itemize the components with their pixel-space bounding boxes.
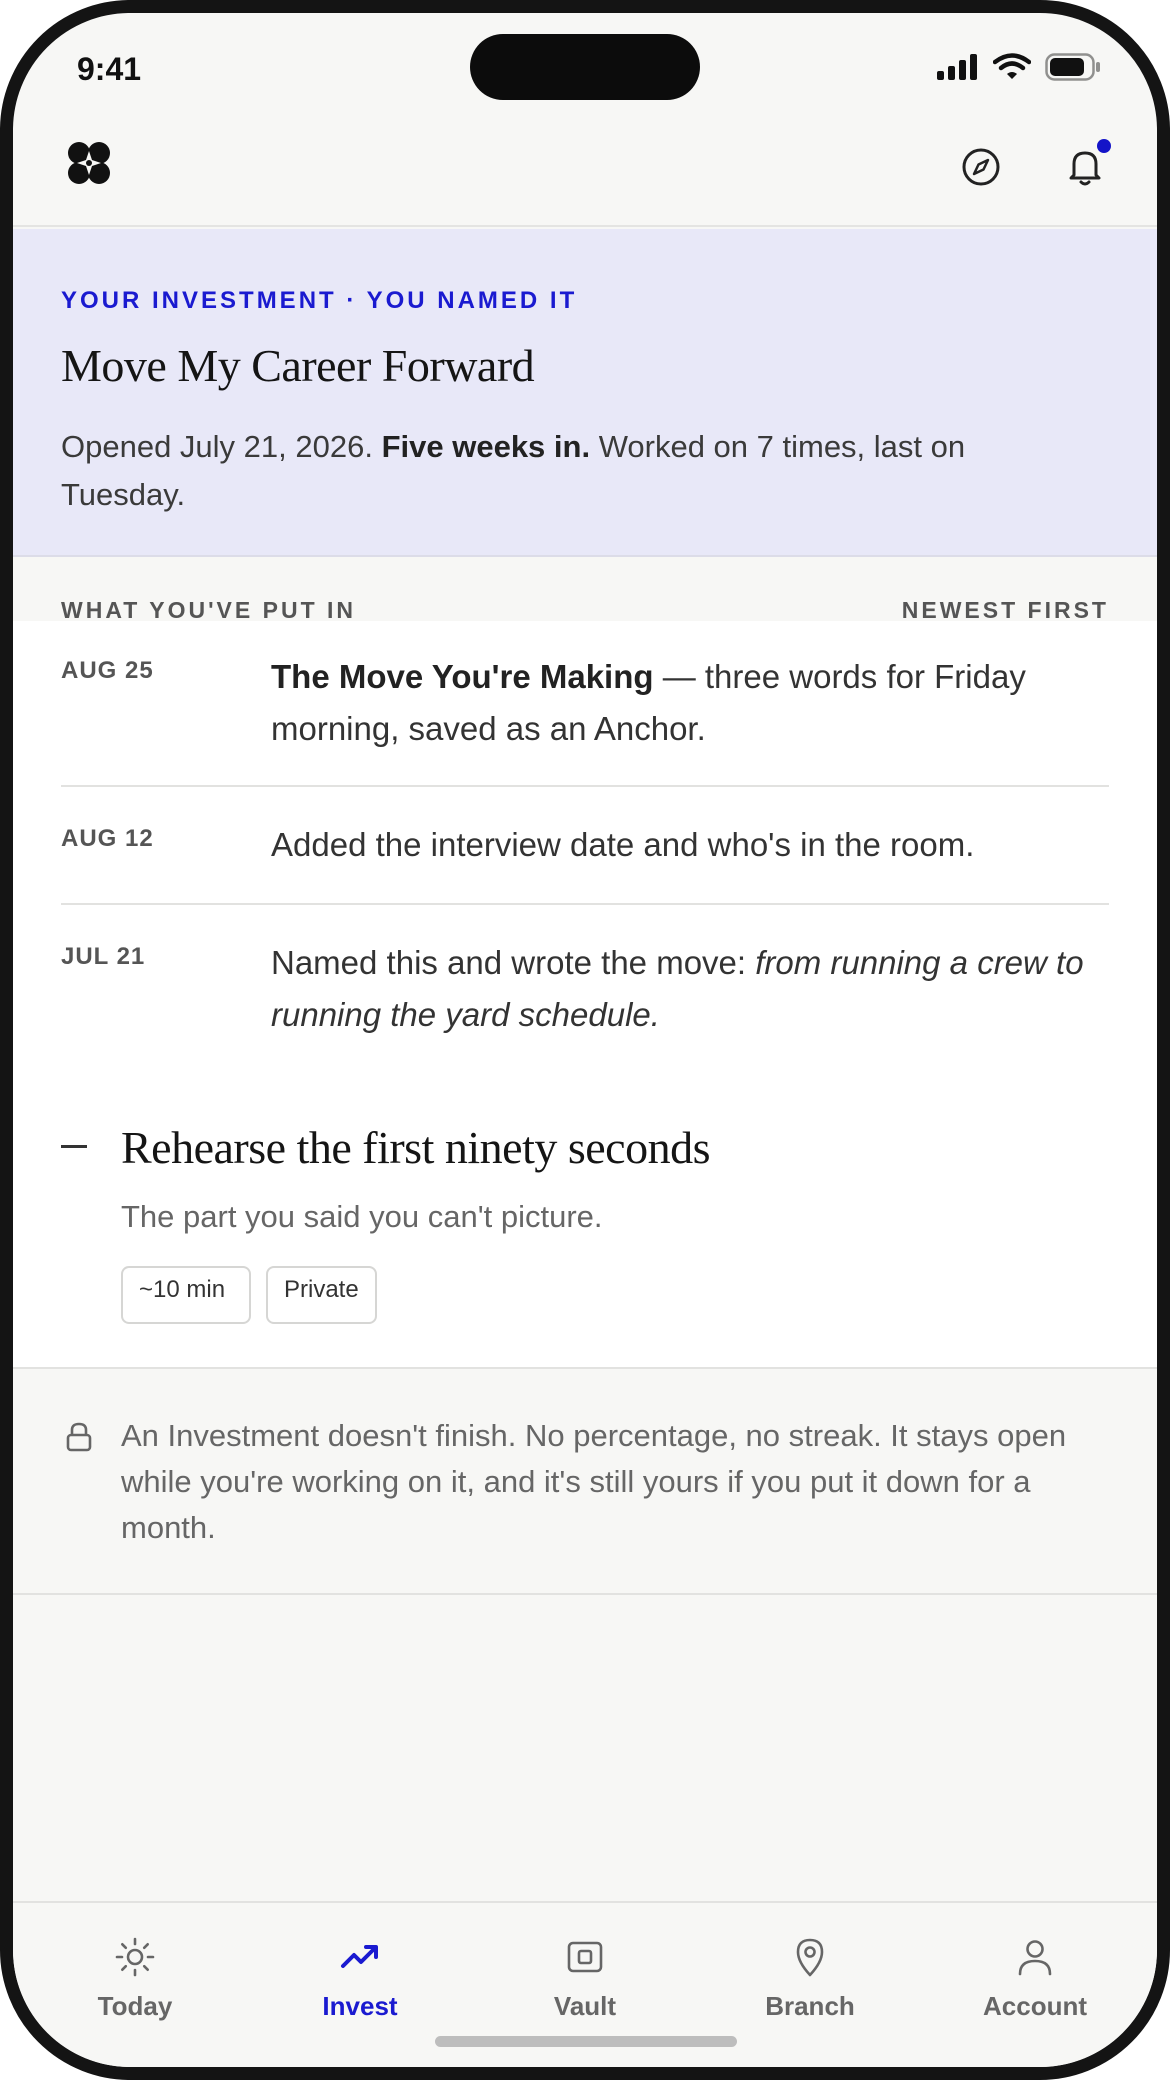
notifications-button[interactable] (1059, 139, 1111, 193)
status-bar: 9:41 (13, 13, 1157, 123)
sort-toggle[interactable]: NEWEST FIRST (902, 597, 1109, 624)
investment-description: Opened July 21, 2026. Five weeks in. Wor… (61, 423, 1081, 519)
tab-vault[interactable]: Vault (485, 1935, 685, 2022)
tab-today[interactable]: Today (35, 1935, 235, 2022)
log-text: Added the interview date and who's in th… (271, 826, 975, 863)
sun-icon (115, 1937, 155, 1977)
log-body: Named this and wrote the move: (271, 944, 756, 981)
tab-label: Invest (322, 1991, 398, 2021)
status-icons (937, 53, 1101, 81)
screen: 9:41 YOUR INVESTMENT · YOU NAMED IT Move… (13, 13, 1157, 2067)
suggestion-subtitle: The part you said you can't picture. (121, 1199, 603, 1234)
home-indicator[interactable] (435, 2036, 737, 2047)
battery-icon (1045, 53, 1100, 81)
info-note: An Investment doesn't finish. No percent… (13, 1367, 1157, 1595)
dynamic-island (470, 34, 700, 100)
tab-label: Branch (765, 1991, 855, 2021)
log-date: AUG 12 (61, 825, 154, 852)
vault-icon (567, 1941, 603, 1973)
log-entry[interactable]: JUL 21 Named this and wrote the move: fr… (61, 905, 1109, 1055)
log-date: AUG 25 (61, 657, 154, 684)
duration-chip: ~10 min (121, 1266, 251, 1324)
log-list: AUG 25 The Move You're Making — three wo… (13, 621, 1157, 1369)
log-section-label: WHAT YOU'VE PUT IN (61, 597, 357, 623)
explore-button[interactable] (955, 141, 1007, 193)
map-pin-icon (796, 1938, 824, 1977)
status-time: 9:41 (77, 51, 142, 87)
user-icon (1018, 1940, 1052, 1976)
suggestion-title[interactable]: Rehearse the first ninety seconds (121, 1121, 710, 1174)
suggestion-dash (61, 1145, 87, 1148)
desc-bold: Five weeks in. (381, 429, 591, 464)
tab-label: Vault (553, 1991, 617, 2021)
lock-icon (65, 1421, 93, 1458)
phone-frame: 9:41 YOUR INVESTMENT · YOU NAMED IT Move… (0, 0, 1170, 2080)
log-text: The Move You're Making — three words for… (271, 651, 1107, 755)
tab-branch[interactable]: Branch (710, 1935, 910, 2022)
desc-part-1: Opened July 21, 2026. (61, 429, 382, 464)
investment-banner: YOUR INVESTMENT · YOU NAMED IT Move My C… (13, 229, 1157, 557)
privacy-chip: Private (266, 1266, 377, 1324)
tab-invest[interactable]: Invest (260, 1935, 460, 2022)
tab-label: Account (983, 1991, 1087, 2021)
wifi-icon (993, 53, 1031, 79)
log-section-header: WHAT YOU'VE PUT IN NEWEST FIRST (13, 557, 1157, 624)
tab-label: Today (97, 1991, 173, 2021)
investment-title: Move My Career Forward (61, 340, 535, 391)
log-bold: The Move You're Making (271, 658, 654, 695)
compass-icon (962, 148, 1000, 186)
banner-eyebrow: YOUR INVESTMENT · YOU NAMED IT (61, 287, 578, 314)
app-header (13, 123, 1157, 227)
log-date: JUL 21 (61, 943, 146, 970)
log-entry[interactable]: AUG 25 The Move You're Making — three wo… (61, 621, 1109, 787)
trending-up-icon (341, 1945, 378, 1968)
logo-icon (68, 142, 110, 184)
log-text: Named this and wrote the move: from runn… (271, 937, 1107, 1041)
log-entry[interactable]: AUG 12 Added the interview date and who'… (61, 787, 1109, 905)
tab-account[interactable]: Account (935, 1935, 1135, 2022)
app-logo[interactable] (65, 139, 113, 192)
notification-badge (1097, 139, 1111, 153)
cellular-signal-icon (937, 54, 977, 80)
note-text: An Investment doesn't finish. No percent… (121, 1418, 1067, 1545)
